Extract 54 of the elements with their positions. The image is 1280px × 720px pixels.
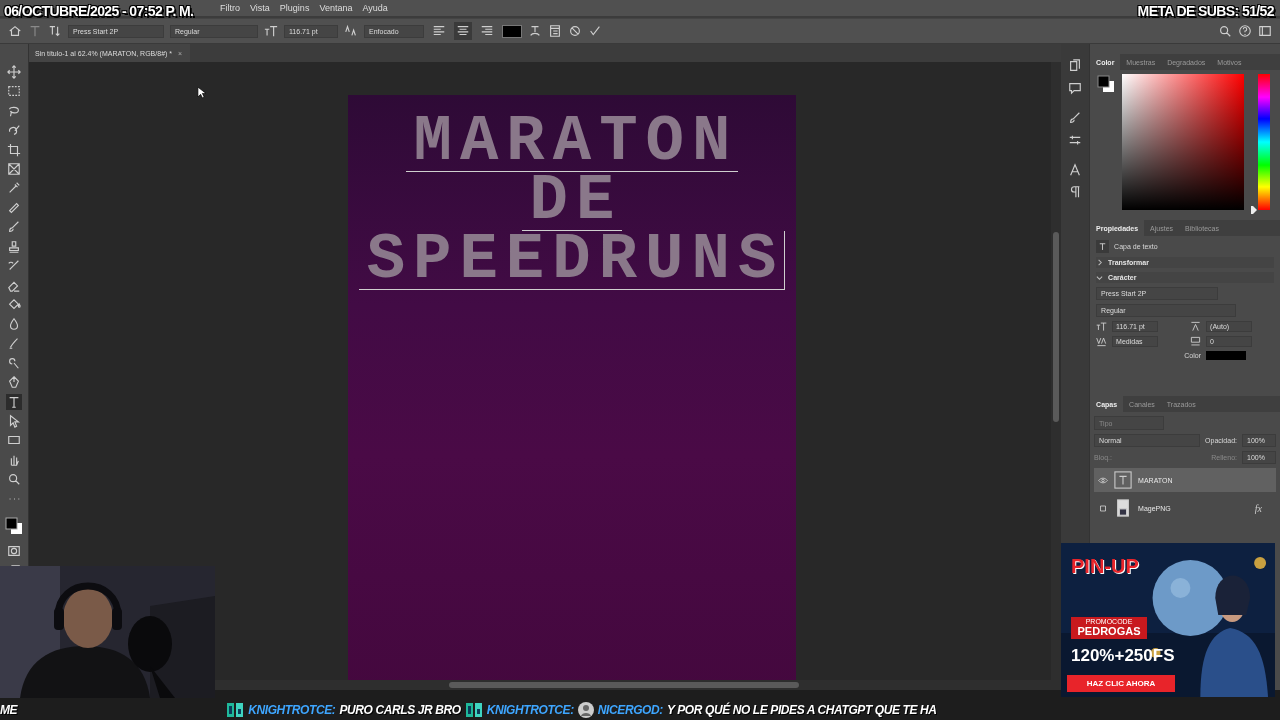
font-size-icon bbox=[1096, 321, 1108, 332]
chat-message: Y POR QUÉ NO LE PIDES A CHATGPT QUE TE HA bbox=[666, 703, 937, 717]
menu-item[interactable]: Vista bbox=[250, 3, 270, 13]
scrollbar-thumb[interactable] bbox=[448, 682, 799, 688]
effects-label: fx bbox=[1254, 502, 1262, 514]
menu-item[interactable]: Ventana bbox=[319, 3, 353, 13]
eye-icon[interactable] bbox=[1098, 476, 1109, 484]
help-icon[interactable] bbox=[1238, 24, 1252, 38]
chat-message: PURO CARLS JR BRO bbox=[339, 703, 461, 717]
color-field[interactable] bbox=[1122, 74, 1245, 210]
visibility-box-icon[interactable] bbox=[1098, 504, 1109, 512]
chat-username: NICERGOD: bbox=[597, 703, 663, 717]
subscriber-goal: META DE SUBS: 51/52 bbox=[1137, 3, 1274, 19]
home-icon[interactable] bbox=[8, 24, 22, 38]
leading-icon bbox=[1190, 321, 1202, 332]
crop-icon[interactable] bbox=[5, 141, 22, 158]
menu-item[interactable]: Plugins bbox=[279, 3, 310, 13]
text-layer-thumbnail-icon bbox=[1114, 471, 1133, 489]
cursor-icon bbox=[196, 86, 206, 99]
chat-username: KNIGHTROTCE: bbox=[248, 703, 336, 717]
text-color-swatch[interactable] bbox=[502, 24, 522, 38]
stream-date-title: 06/OCTUBRE/2025 - 07:52 P. M. bbox=[4, 3, 194, 19]
canvas-text: MARATON bbox=[405, 113, 739, 172]
kerning-icon bbox=[1096, 336, 1108, 347]
chat-message: ME bbox=[0, 703, 18, 717]
ad-logo: PIN-UP bbox=[1071, 555, 1139, 578]
search-icon[interactable] bbox=[1218, 24, 1232, 38]
slider-thumb[interactable] bbox=[1251, 206, 1258, 214]
cancel-icon[interactable] bbox=[568, 24, 582, 38]
canvas-text: DE bbox=[521, 172, 623, 231]
menu-item[interactable]: Filtro bbox=[220, 3, 240, 13]
color-swatches-icon[interactable] bbox=[3, 514, 24, 536]
text-orientation-icon[interactable] bbox=[48, 24, 62, 38]
antialias-icon[interactable] bbox=[344, 24, 358, 38]
workspace-icon[interactable] bbox=[1258, 24, 1272, 38]
tracking-icon bbox=[1190, 336, 1202, 347]
color-swatches-icon[interactable] bbox=[1096, 74, 1117, 94]
text-color-swatch[interactable] bbox=[1206, 351, 1246, 360]
scrollbar-thumb[interactable] bbox=[1053, 232, 1060, 422]
type-icon[interactable] bbox=[5, 393, 22, 410]
comment-icon[interactable] bbox=[1067, 80, 1084, 96]
commit-icon[interactable] bbox=[588, 24, 602, 38]
move-icon[interactable] bbox=[5, 64, 22, 80]
ad-button[interactable]: HAZ CLIC AHORA bbox=[1067, 675, 1175, 692]
menu-item[interactable]: Ayuda bbox=[362, 3, 388, 13]
chat-username: KNIGHTROTCE: bbox=[486, 703, 574, 717]
ad-offer: 120%+250FS bbox=[1071, 646, 1175, 666]
panel-icon[interactable] bbox=[548, 24, 562, 38]
font-size-icon[interactable] bbox=[264, 24, 278, 38]
type-icon bbox=[1096, 240, 1110, 253]
frame-icon[interactable] bbox=[5, 160, 22, 177]
canvas-text: SPEEDRUNS bbox=[358, 231, 786, 290]
warp-text-icon[interactable] bbox=[528, 24, 542, 38]
align-center-icon[interactable] bbox=[454, 22, 472, 40]
